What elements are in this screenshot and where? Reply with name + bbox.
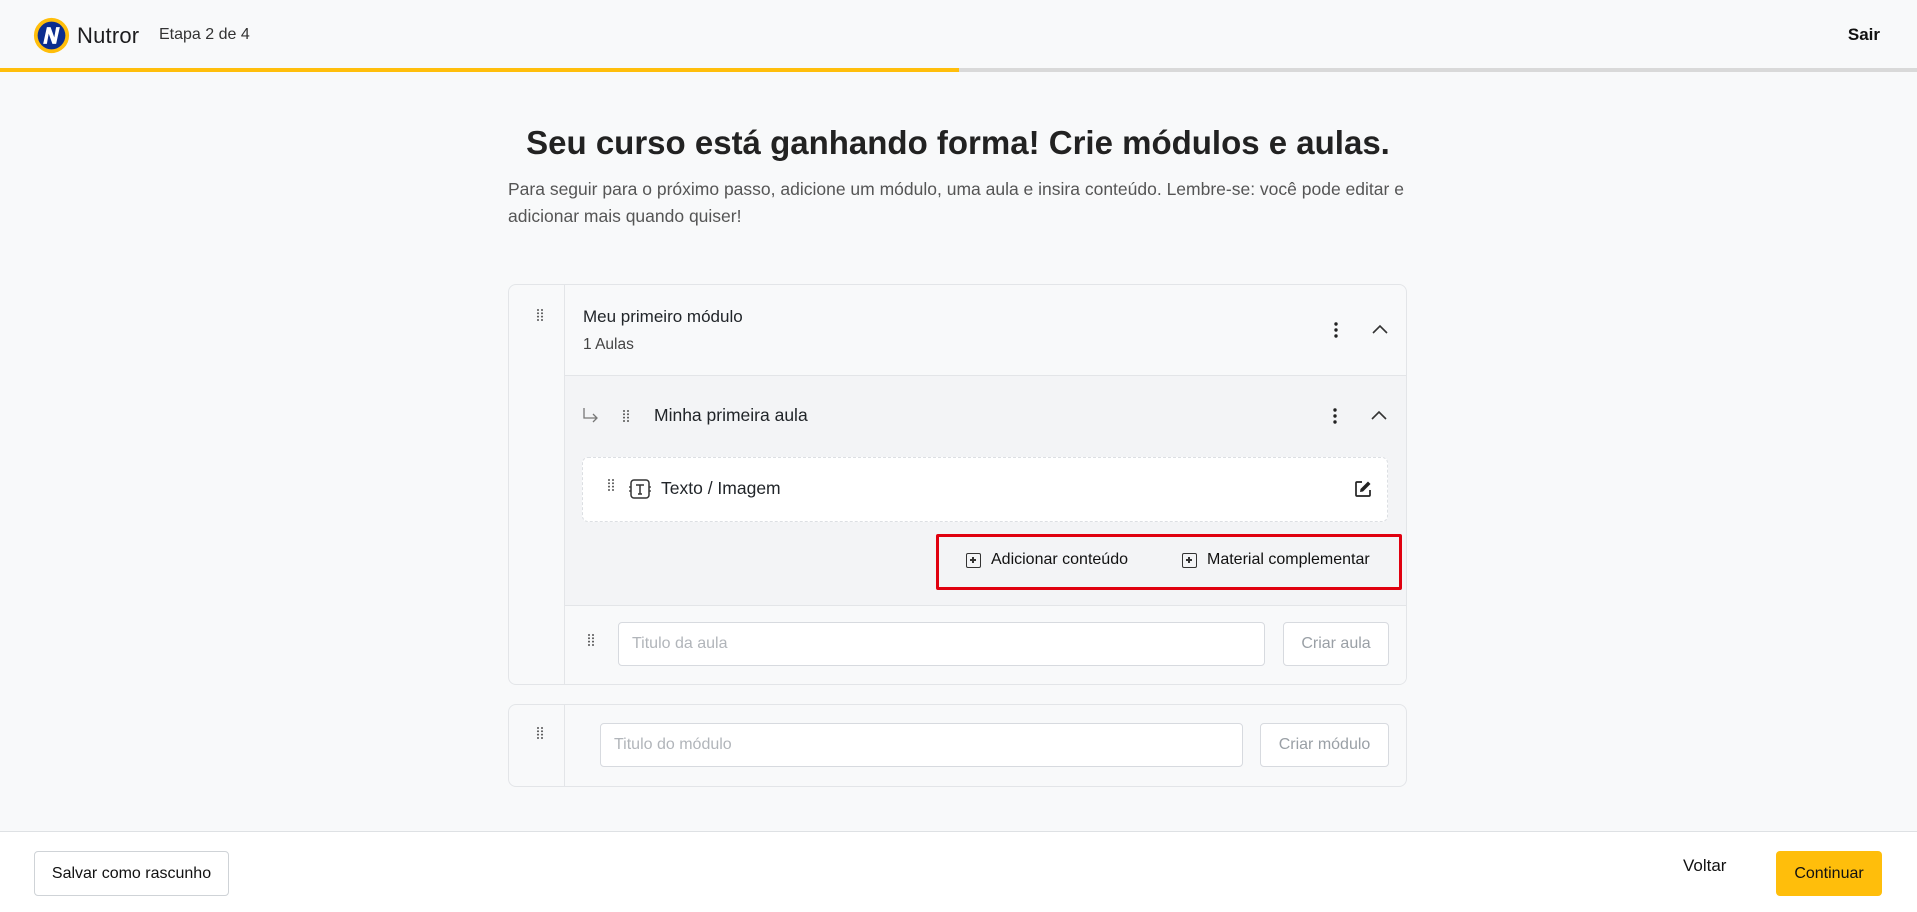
create-module-button[interactable]: Criar módulo — [1260, 723, 1389, 767]
add-content-label: Adicionar conteúdo — [991, 551, 1128, 568]
module-title: Meu primeiro módulo — [583, 307, 743, 326]
add-content-button[interactable]: Adicionar conteúdo — [966, 551, 1128, 569]
progress-bar — [0, 68, 1917, 72]
content-item-label: Texto / Imagem — [661, 478, 781, 498]
module-lesson-count: 1 Aulas — [583, 336, 634, 353]
step-indicator: Etapa 2 de 4 — [159, 26, 250, 43]
lesson-collapse-chevron-icon[interactable] — [1368, 405, 1390, 427]
save-draft-button[interactable]: Salvar como rascunho — [34, 851, 229, 896]
create-lesson-button[interactable]: Criar aula — [1283, 622, 1389, 666]
lesson-title[interactable]: Minha primeira aula — [654, 405, 808, 426]
sub-item-arrow-icon — [583, 408, 598, 423]
content-item[interactable]: Texto / Imagem — [582, 457, 1388, 522]
lesson-drag-handle-icon[interactable] — [622, 409, 630, 423]
plus-square-icon — [1182, 552, 1197, 568]
supplementary-material-label: Material complementar — [1207, 551, 1370, 568]
progress-bar-fill — [0, 68, 959, 72]
lesson-more-menu-icon[interactable] — [1325, 406, 1345, 426]
plus-square-icon — [966, 552, 981, 568]
content-drag-handle-icon[interactable] — [607, 478, 615, 492]
edit-icon[interactable] — [1353, 479, 1373, 499]
text-image-icon — [629, 479, 651, 499]
module-title-input[interactable] — [600, 723, 1243, 767]
continue-button[interactable]: Continuar — [1776, 851, 1882, 896]
supplementary-material-button[interactable]: Material complementar — [1182, 551, 1370, 569]
nutror-logo-icon — [33, 17, 70, 54]
exit-link[interactable]: Sair — [1848, 25, 1880, 45]
new-module-drag-column — [509, 705, 565, 786]
lesson-title-input[interactable] — [618, 622, 1265, 666]
module-collapse-chevron-icon[interactable] — [1369, 319, 1391, 341]
back-button[interactable]: Voltar — [1683, 856, 1726, 876]
new-module-drag-handle-icon[interactable] — [536, 726, 544, 740]
page-subtitle: Para seguir para o próximo passo, adicio… — [508, 179, 1404, 226]
footer-bar: Salvar como rascunho Voltar Continuar — [0, 831, 1917, 912]
brand-name: Nutror — [77, 22, 140, 48]
module-drag-handle-icon[interactable] — [536, 308, 544, 322]
module-more-menu-icon[interactable] — [1326, 320, 1346, 340]
new-lesson-drag-handle-icon[interactable] — [587, 633, 595, 647]
top-header: Nutror Etapa 2 de 4 Sair — [0, 0, 1917, 72]
module-header[interactable] — [565, 285, 1406, 376]
module-drag-column — [509, 285, 565, 684]
brand-logo[interactable]: Nutror — [33, 17, 139, 54]
page-title: Seu curso está ganhando forma! Crie módu… — [526, 124, 1390, 161]
